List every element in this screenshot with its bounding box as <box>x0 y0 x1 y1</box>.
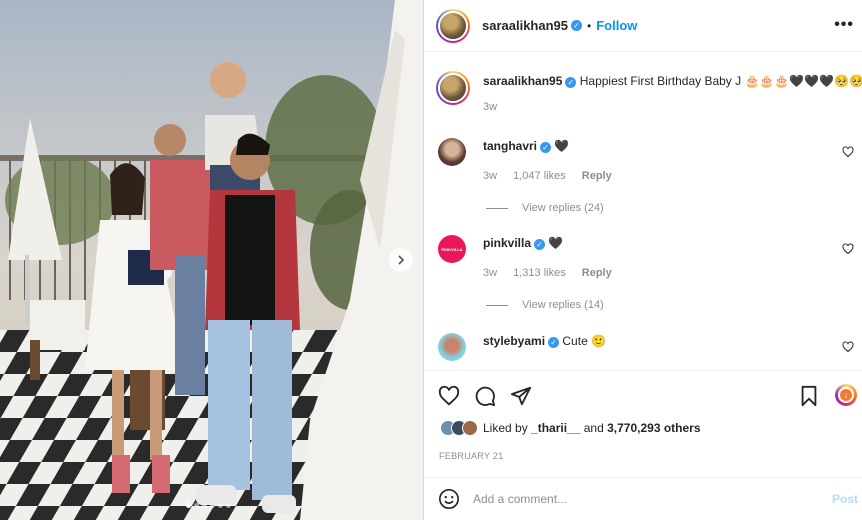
post-photo[interactable] <box>0 0 423 520</box>
comment-likes[interactable]: 1,047 likes <box>513 170 566 182</box>
caption-username[interactable]: saraalikhan95 <box>483 74 562 88</box>
post-comment-button[interactable]: Post <box>832 492 858 506</box>
heart-icon[interactable] <box>438 385 460 407</box>
comment-meta: 3w 1,313 likes Reply <box>483 267 625 279</box>
heart-icon[interactable] <box>842 341 854 353</box>
emoji-icon[interactable] <box>438 488 460 510</box>
author-username[interactable]: saraalikhan95 <box>482 18 568 33</box>
share-icon[interactable] <box>510 385 532 407</box>
verified-icon: ✓ <box>565 77 577 88</box>
comment-username[interactable]: tanghavri <box>483 139 537 153</box>
add-comment-bar: Post <box>424 477 862 520</box>
next-photo-button[interactable] <box>389 248 413 272</box>
chevron-right-icon <box>398 255 405 265</box>
view-replies[interactable]: View replies (14) <box>486 299 604 311</box>
likes-summary: Liked by _tharii__ and 3,770,293 others <box>440 420 701 436</box>
more-icon[interactable]: ••• <box>834 16 854 34</box>
view-replies[interactable]: View replies (24) <box>486 202 604 214</box>
comment-username[interactable]: stylebyami <box>483 334 545 348</box>
comments-list[interactable]: saraalikhan95 ✓ Happiest First Birthday B… <box>424 53 862 369</box>
comment-text: pinkvilla ✓ 🖤 <box>483 236 563 250</box>
post-header: saraalikhan95 ✓ • Follow ••• <box>424 0 862 52</box>
liker-avatar[interactable] <box>462 420 478 436</box>
carousel-dot <box>210 503 215 508</box>
carousel-indicator <box>186 503 231 508</box>
comment-username[interactable]: pinkvilla <box>483 236 531 250</box>
verified-icon: ✓ <box>534 239 546 250</box>
header-separator: • <box>587 18 592 33</box>
follow-button[interactable]: Follow <box>596 18 637 33</box>
comment-text: stylebyami ✓ Cute 🙂 <box>483 334 606 348</box>
verified-icon: ✓ <box>548 337 560 348</box>
commenter-avatar[interactable] <box>438 333 466 361</box>
download-icon[interactable]: ↓ <box>835 384 857 406</box>
comment-time: 3w <box>483 170 498 182</box>
reply-button[interactable]: Reply <box>582 170 612 182</box>
caption-text: saraalikhan95 ✓ Happiest First Birthday B… <box>483 74 862 88</box>
caption-time: 3w <box>483 101 498 113</box>
caption-avatar[interactable] <box>436 71 470 105</box>
action-bar: ↓ <box>424 370 862 420</box>
heart-icon[interactable] <box>842 146 854 158</box>
comment-likes[interactable]: 1,313 likes <box>513 267 566 279</box>
comment-time: 3w <box>483 267 498 279</box>
reply-button[interactable]: Reply <box>582 267 612 279</box>
post-side-panel: saraalikhan95 ✓ • Follow ••• saraalikhan… <box>424 0 862 520</box>
avatar-logo-text: PINKVILLA <box>441 246 463 252</box>
comment-body: Cute 🙂 <box>562 334 607 348</box>
post-date[interactable]: FEBRUARY 21 <box>439 451 504 461</box>
commenter-avatar[interactable] <box>438 138 466 166</box>
liked-by-joiner: and <box>583 421 604 435</box>
bookmark-icon[interactable] <box>798 385 820 407</box>
caption-body: Happiest First Birthday Baby J 🎂🎂🎂🖤🖤🖤🥺🥺🥺 <box>579 74 862 88</box>
comment-input[interactable] <box>473 488 803 510</box>
view-replies-label[interactable]: View replies (24) <box>522 202 604 214</box>
comment-body: 🖤 <box>554 139 570 153</box>
commenter-avatar[interactable]: PINKVILLA <box>438 235 466 263</box>
carousel-dot <box>194 503 199 508</box>
liked-by-prefix: Liked by <box>483 421 528 435</box>
view-replies-label[interactable]: View replies (14) <box>522 299 604 311</box>
comment-icon[interactable] <box>474 385 496 407</box>
comment-meta: 3w 1,047 likes Reply <box>483 170 625 182</box>
liked-by-count[interactable]: 3,770,293 others <box>607 421 700 435</box>
carousel-dot <box>226 503 231 508</box>
verified-icon: ✓ <box>571 20 583 31</box>
likes-text: Liked by _tharii__ and 3,770,293 others <box>483 421 701 435</box>
author-avatar[interactable] <box>436 8 470 43</box>
verified-icon: ✓ <box>540 142 552 153</box>
liked-by-user[interactable]: _tharii__ <box>531 421 580 435</box>
carousel-dot <box>186 503 191 508</box>
comment-body: 🖤 <box>548 236 564 250</box>
heart-icon[interactable] <box>842 243 854 255</box>
photo-scene <box>0 0 423 520</box>
carousel-dot <box>218 503 223 508</box>
comment-text: tanghavri ✓ 🖤 <box>483 139 569 153</box>
carousel-dot <box>202 503 207 508</box>
